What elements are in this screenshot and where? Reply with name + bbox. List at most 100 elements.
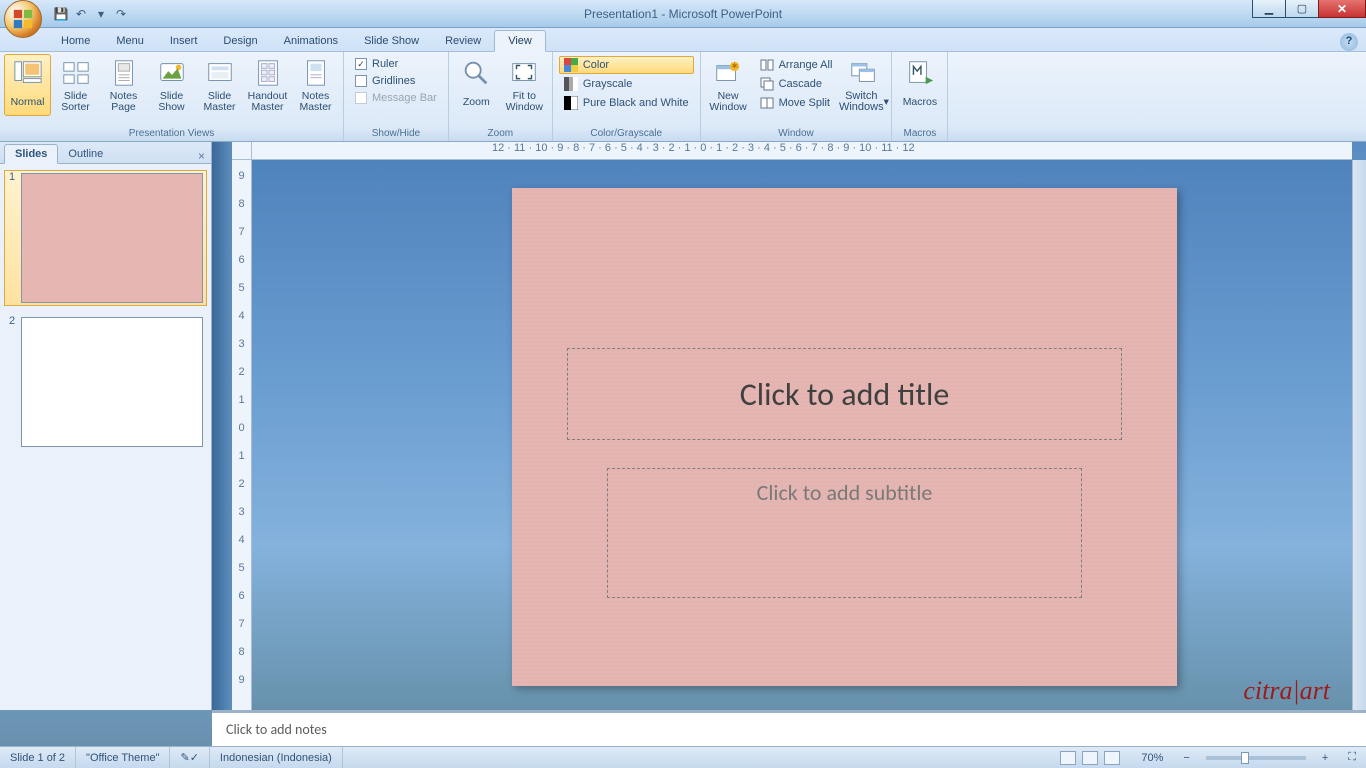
- status-language[interactable]: Indonesian (Indonesia): [210, 747, 343, 768]
- switch-windows-button[interactable]: Switch Windows ▾: [840, 54, 887, 116]
- group-zoom: Zoom Fit to Window Zoom: [449, 52, 553, 141]
- slide-show-label: Slide Show: [150, 91, 193, 113]
- color-button[interactable]: Color: [559, 56, 694, 74]
- close-button[interactable]: ✕: [1318, 0, 1366, 18]
- arrange-all-label: Arrange All: [779, 59, 833, 71]
- slide-master-button[interactable]: Slide Master: [196, 54, 243, 116]
- tab-home[interactable]: Home: [48, 31, 103, 51]
- status-spellcheck[interactable]: ✎✓: [170, 747, 209, 768]
- panel-close-icon[interactable]: ×: [198, 149, 205, 163]
- thumb-preview: [21, 317, 203, 447]
- save-icon[interactable]: 💾: [54, 7, 68, 21]
- status-bar: Slide 1 of 2 "Office Theme" ✎✓ Indonesia…: [0, 746, 1366, 768]
- thumbnail-1[interactable]: 1: [4, 170, 207, 306]
- ribbon: Normal Slide Sorter Notes Page Slide Sho…: [0, 52, 1366, 142]
- outline-tab[interactable]: Outline: [58, 145, 113, 163]
- arrange-all-button[interactable]: Arrange All: [755, 56, 838, 74]
- zoom-button[interactable]: Zoom: [453, 54, 500, 116]
- zoom-in-button[interactable]: +: [1312, 747, 1338, 768]
- message-bar-label: Message Bar: [372, 92, 437, 104]
- switch-windows-label: Switch Windows ▾: [839, 91, 889, 113]
- pbw-label: Pure Black and White: [583, 97, 689, 109]
- tab-slide-show[interactable]: Slide Show: [351, 31, 432, 51]
- svg-text:✶: ✶: [730, 61, 739, 72]
- slides-panel: Slides Outline × 1 2: [0, 142, 212, 710]
- new-window-button[interactable]: ✶ New Window: [705, 54, 752, 116]
- qat-dropdown-icon[interactable]: ▾: [94, 7, 108, 21]
- handout-master-icon: [252, 57, 284, 89]
- grayscale-icon: [564, 77, 578, 91]
- normal-view-icon[interactable]: [1060, 751, 1076, 765]
- horizontal-ruler[interactable]: 12 · 11 · 10 · 9 · 8 · 7 · 6 · 5 · 4 · 3…: [252, 142, 1352, 160]
- slide-sorter-button[interactable]: Slide Sorter: [52, 54, 99, 116]
- vertical-ruler[interactable]: 9876543210123456789: [232, 160, 252, 710]
- group-window: ✶ New Window Arrange All Cascade Move Sp…: [701, 52, 893, 141]
- slides-tab[interactable]: Slides: [4, 144, 58, 164]
- slide[interactable]: Click to add title Click to add subtitle: [512, 188, 1177, 686]
- notes-page-button[interactable]: Notes Page: [100, 54, 147, 116]
- tab-design[interactable]: Design: [210, 31, 270, 51]
- thumbnail-2[interactable]: 2: [4, 314, 207, 450]
- tab-view[interactable]: View: [494, 30, 546, 52]
- office-button[interactable]: [4, 0, 42, 38]
- arrange-all-icon: [760, 58, 774, 72]
- ruler-checkbox[interactable]: ✓Ruler: [350, 56, 442, 72]
- ruler-corner: [232, 142, 252, 160]
- show-view-icon[interactable]: [1104, 751, 1120, 765]
- group-window-label: Window: [705, 127, 888, 141]
- zoom-level[interactable]: 70%: [1131, 747, 1173, 768]
- redo-icon[interactable]: ↷: [114, 7, 128, 21]
- tab-menu[interactable]: Menu: [103, 31, 157, 51]
- move-split-button[interactable]: Move Split: [755, 94, 838, 112]
- undo-icon[interactable]: ↶: [74, 7, 88, 21]
- check-icon: [355, 75, 367, 87]
- thumb-number: 1: [9, 171, 15, 183]
- notes-master-button[interactable]: Notes Master: [292, 54, 339, 116]
- group-show-hide: ✓Ruler Gridlines Message Bar Show/Hide: [344, 52, 449, 141]
- tab-animations[interactable]: Animations: [271, 31, 351, 51]
- slide-master-icon: [204, 57, 236, 89]
- message-bar-checkbox: Message Bar: [350, 90, 442, 106]
- subtitle-placeholder[interactable]: Click to add subtitle: [607, 468, 1082, 598]
- fit-window-icon: [508, 57, 540, 89]
- tab-review[interactable]: Review: [432, 31, 494, 51]
- slide-show-button[interactable]: Slide Show: [148, 54, 195, 116]
- normal-view-button[interactable]: Normal: [4, 54, 51, 116]
- fit-slide-button[interactable]: ⛶: [1338, 747, 1366, 768]
- window-title: Presentation1 - Microsoft PowerPoint: [0, 7, 1366, 21]
- vertical-scrollbar[interactable]: [1352, 160, 1366, 710]
- fit-window-button[interactable]: Fit to Window: [501, 54, 548, 116]
- titlebar: 💾 ↶ ▾ ↷ Presentation1 - Microsoft PowerP…: [0, 0, 1366, 28]
- cascade-button[interactable]: Cascade: [755, 75, 838, 93]
- pbw-button[interactable]: Pure Black and White: [559, 94, 694, 112]
- title-placeholder[interactable]: Click to add title: [567, 348, 1122, 440]
- handout-master-button[interactable]: Handout Master: [244, 54, 291, 116]
- color-label: Color: [583, 59, 609, 71]
- status-slide: Slide 1 of 2: [0, 747, 76, 768]
- check-icon: ✓: [355, 58, 367, 70]
- normal-view-label: Normal: [11, 91, 45, 113]
- zoom-label: Zoom: [463, 91, 490, 113]
- macros-button[interactable]: Macros: [896, 54, 943, 116]
- zoom-out-button[interactable]: −: [1173, 747, 1199, 768]
- grayscale-button[interactable]: Grayscale: [559, 75, 694, 93]
- notes-pane[interactable]: Click to add notes: [212, 710, 1366, 746]
- zoom-slider[interactable]: [1206, 756, 1306, 760]
- maximize-button[interactable]: ▢: [1285, 0, 1319, 18]
- slide-sorter-label: Slide Sorter: [54, 91, 97, 113]
- help-button[interactable]: ?: [1340, 33, 1358, 51]
- minimize-button[interactable]: ▁: [1252, 0, 1286, 18]
- ribbon-tabs: Home Menu Insert Design Animations Slide…: [0, 28, 1366, 52]
- tab-insert[interactable]: Insert: [157, 31, 211, 51]
- window-controls: ▁ ▢ ✕: [1253, 0, 1366, 18]
- group-color-grayscale-label: Color/Grayscale: [557, 127, 696, 141]
- cascade-label: Cascade: [779, 78, 822, 90]
- slide-show-icon: [156, 57, 188, 89]
- gridlines-label: Gridlines: [372, 75, 415, 87]
- slide-canvas[interactable]: Click to add title Click to add subtitle…: [252, 160, 1352, 710]
- group-show-hide-label: Show/Hide: [348, 127, 444, 141]
- sorter-view-icon[interactable]: [1082, 751, 1098, 765]
- thumbnail-list: 1 2: [0, 164, 211, 710]
- quick-access-toolbar: 💾 ↶ ▾ ↷: [54, 7, 128, 21]
- gridlines-checkbox[interactable]: Gridlines: [350, 73, 442, 89]
